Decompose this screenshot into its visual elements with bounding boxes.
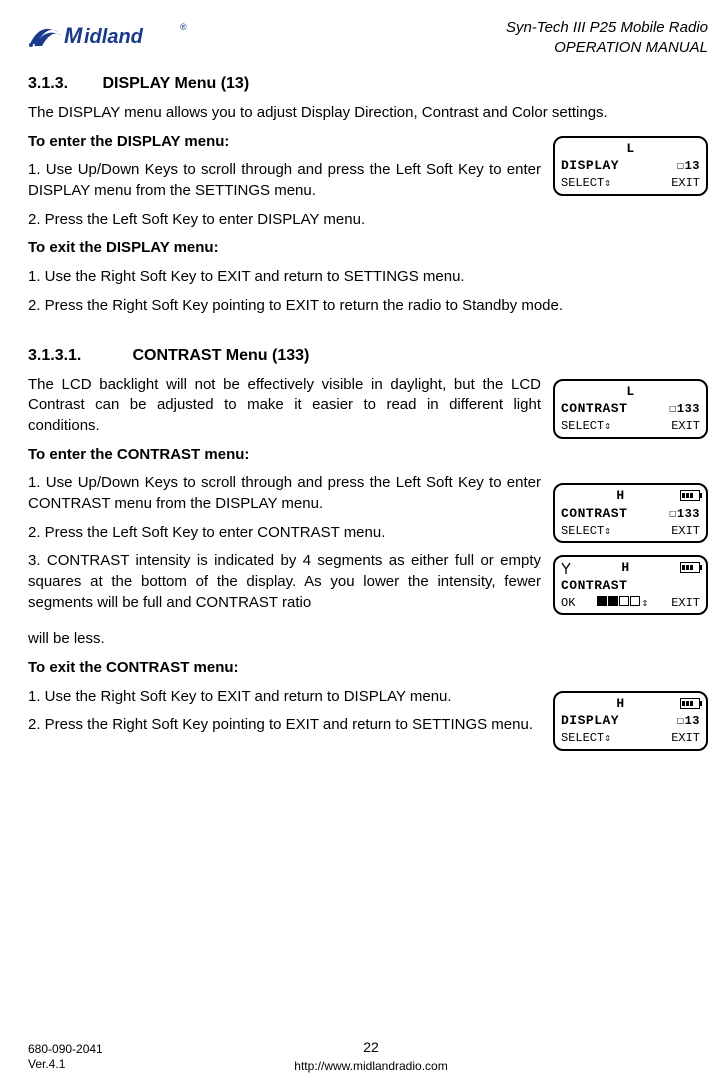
doc-title-line1: Syn-Tech III P25 Mobile Radio: [506, 18, 708, 38]
lcd-main: CONTRAST: [561, 578, 627, 593]
battery-icon: [680, 490, 700, 501]
svg-text:idland: idland: [84, 26, 144, 48]
lcd-softkey-left: SELECT⇕: [561, 419, 611, 433]
antenna-icon: [561, 561, 571, 575]
lcd-softkey-right: EXIT: [671, 176, 700, 190]
lcd-top: L: [626, 141, 634, 156]
lcd-softkey-left: OK: [561, 596, 575, 610]
battery-icon: [680, 562, 700, 573]
section-number: 3.1.3.1.: [28, 347, 128, 365]
svg-text:M: M: [64, 23, 83, 48]
section-heading-display: 3.1.3. DISPLAY Menu (13): [28, 75, 714, 93]
lcd-softkey-left: SELECT⇕: [561, 524, 611, 538]
lcd-top: H: [616, 488, 624, 503]
lcd-code: ☐13: [677, 158, 700, 173]
enter-contrast-heading: To enter the CONTRAST menu:: [28, 445, 714, 466]
lcd-code: ☐133: [669, 506, 700, 521]
midland-logo-icon: M idland ®: [28, 18, 218, 52]
doc-title: Syn-Tech III P25 Mobile Radio OPERATION …: [506, 18, 714, 57]
page-header: M idland ® Syn-Tech III P25 Mobile Radio…: [28, 18, 714, 57]
lcd-code: ☐13: [677, 713, 700, 728]
lcd-main: DISPLAY: [561, 713, 619, 728]
lcd-screen-contrast-segments: H CONTRAST OK ⇕ EXIT: [553, 555, 708, 615]
page-number: 22: [28, 1039, 714, 1055]
doc-number: 680-090-2041: [28, 1042, 103, 1058]
lcd-code: ☐133: [669, 401, 700, 416]
contrast-segments-icon: ⇕: [597, 596, 649, 610]
enter-contrast-step3b: will be less.: [28, 629, 714, 650]
enter-display-step2: 2. Press the Left Soft Key to enter DISP…: [28, 210, 714, 231]
lcd-screen-contrast-133-l: L CONTRAST ☐133 SELECT⇕ EXIT: [553, 379, 708, 439]
battery-icon: [680, 698, 700, 709]
exit-contrast-heading: To exit the CONTRAST menu:: [28, 658, 714, 679]
brand-logo: M idland ®: [28, 18, 218, 52]
lcd-softkey-left: SELECT⇕: [561, 176, 611, 190]
exit-display-step1: 1. Use the Right Soft Key to EXIT and re…: [28, 267, 714, 288]
lcd-main: CONTRAST: [561, 401, 627, 416]
doc-title-line2: OPERATION MANUAL: [506, 38, 708, 58]
lcd-screen-display-13: L DISPLAY ☐13 SELECT⇕ EXIT: [553, 136, 708, 196]
lcd-screen-contrast-133-h: H CONTRAST ☐133 SELECT⇕ EXIT: [553, 483, 708, 543]
lcd-top: H: [616, 696, 624, 711]
lcd-softkey-right: EXIT: [671, 419, 700, 433]
section-heading-contrast: 3.1.3.1. CONTRAST Menu (133): [28, 347, 714, 365]
page-footer: 680-090-2041 Ver.4.1 22 http://www.midla…: [28, 1039, 714, 1073]
section-number: 3.1.3.: [28, 75, 98, 93]
lcd-main: DISPLAY: [561, 158, 619, 173]
lcd-softkey-right: EXIT: [671, 596, 700, 610]
section-title: DISPLAY Menu (13): [102, 75, 249, 92]
section-title: CONTRAST Menu (133): [132, 347, 309, 364]
exit-display-step2: 2. Press the Right Soft Key pointing to …: [28, 296, 714, 317]
lcd-top: L: [626, 384, 634, 399]
lcd-main: CONTRAST: [561, 506, 627, 521]
lcd-screen-display-13-h: H DISPLAY ☐13 SELECT⇕ EXIT: [553, 691, 708, 751]
lcd-softkey-left: SELECT⇕: [561, 731, 611, 745]
footer-url: http://www.midlandradio.com: [294, 1059, 447, 1073]
svg-text:®: ®: [180, 22, 187, 32]
lcd-softkey-right: EXIT: [671, 524, 700, 538]
lcd-top: H: [621, 560, 629, 575]
doc-version: Ver.4.1: [28, 1057, 103, 1073]
exit-display-heading: To exit the DISPLAY menu:: [28, 238, 714, 259]
section1-intro: The DISPLAY menu allows you to adjust Di…: [28, 103, 714, 124]
lcd-softkey-right: EXIT: [671, 731, 700, 745]
